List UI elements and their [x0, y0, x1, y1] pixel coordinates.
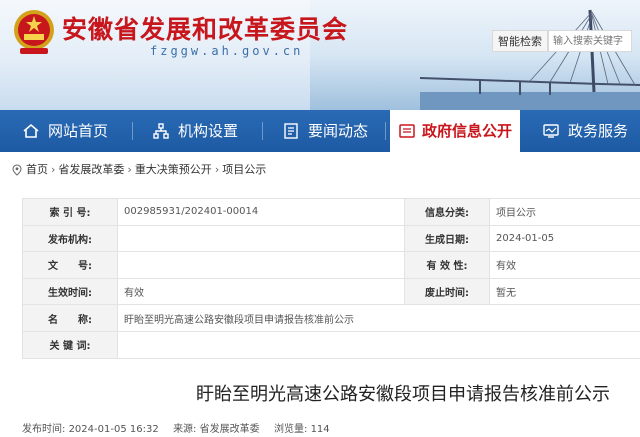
nav-label: 政府信息公开: [422, 122, 513, 140]
search-box: 智能检索: [492, 30, 632, 52]
breadcrumb-separator: ›: [51, 163, 56, 176]
bridge-image: [420, 9, 640, 110]
validity-value: 有效: [489, 251, 640, 279]
nav-item-gov-info[interactable]: 政府信息公开: [390, 110, 520, 152]
index-label: 索 引 号:: [22, 198, 118, 226]
nav-label: 政务服务: [568, 122, 629, 140]
table-row: 关 键 词:: [22, 330, 640, 359]
document-info-table: 索 引 号: 002985931/202401-00014 信息分类: 项目公示…: [22, 198, 640, 359]
publisher-value: [117, 224, 405, 253]
service-monitor-icon: [543, 124, 559, 138]
index-value: 002985931/202401-00014: [117, 198, 405, 226]
effective-time-label: 生效时间:: [22, 277, 118, 306]
nav-item-services[interactable]: 政务服务: [542, 110, 638, 152]
search-input[interactable]: [548, 30, 632, 52]
table-row: 索 引 号: 002985931/202401-00014 信息分类: 项目公示: [22, 198, 640, 226]
table-row: 名 称: 盱眙至明光高速公路安徽段项目申请报告核准前公示: [22, 304, 640, 332]
created-date-value: 2024-01-05: [489, 224, 640, 253]
views-value: 114: [310, 424, 330, 435]
name-value: 盱眙至明光高速公路安徽段项目申请报告核准前公示: [117, 304, 640, 332]
source-label: 来源:: [173, 424, 197, 435]
article-title: 盱眙至明光高速公路安徽段项目申请报告核准前公示: [196, 384, 610, 405]
effective-time-value: 有效: [117, 277, 405, 306]
nav-item-home[interactable]: 网站首页: [22, 110, 118, 152]
info-folder-icon: [399, 124, 415, 138]
keywords-value: [117, 330, 640, 359]
doc-number-label: 文 号:: [22, 251, 118, 279]
repeal-time-value: 暂无: [489, 277, 640, 306]
main-nav: 网站首页 机构设置 要闻动态 政府信息公开 政务服务: [0, 110, 640, 152]
nav-item-organization[interactable]: 机构设置: [152, 110, 248, 152]
nav-item-news[interactable]: 要闻动态: [282, 110, 378, 152]
location-pin-icon: [12, 164, 22, 176]
org-chart-icon: [153, 123, 169, 139]
site-domain: fzggw.ah.gov.cn: [150, 44, 304, 58]
table-row: 发布机构: 生成日期: 2024-01-05: [22, 224, 640, 253]
breadcrumb-home[interactable]: 首页: [26, 162, 48, 178]
keywords-label: 关 键 词:: [22, 330, 118, 359]
home-icon: [23, 123, 39, 138]
repeal-time-label: 废止时间:: [404, 277, 490, 306]
category-value: 项目公示: [489, 198, 640, 226]
breadcrumb-major-decisions[interactable]: 重大决策预公开: [135, 162, 212, 178]
header-banner: 安徽省发展和改革委员会 fzggw.ah.gov.cn 智能检索: [0, 0, 640, 110]
doc-number-value: [117, 251, 405, 279]
published-value: 2024-01-05 16:32: [68, 424, 159, 435]
name-label: 名 称:: [22, 304, 118, 332]
table-row: 文 号: 有 效 性: 有效: [22, 251, 640, 279]
publisher-label: 发布机构:: [22, 224, 118, 253]
breadcrumb-separator: ›: [214, 163, 220, 176]
table-row: 生效时间: 有效 废止时间: 暂无: [22, 277, 640, 306]
smart-search-button[interactable]: 智能检索: [492, 30, 548, 52]
created-date-label: 生成日期:: [404, 224, 490, 253]
nav-divider: [262, 122, 263, 140]
national-emblem-icon: [14, 10, 54, 54]
article-meta: 发布时间: 2024-01-05 16:32 来源: 省发展改革委 浏览量: 1…: [22, 420, 330, 435]
breadcrumb-separator: ›: [127, 163, 132, 176]
nav-label: 要闻动态: [308, 122, 369, 140]
site-title[interactable]: 安徽省发展和改革委员会: [62, 10, 348, 46]
published-label: 发布时间:: [22, 424, 66, 435]
breadcrumb-project-notice[interactable]: 项目公示: [222, 162, 266, 178]
nav-label: 机构设置: [178, 122, 239, 140]
nav-divider: [385, 122, 386, 140]
nav-label: 网站首页: [48, 122, 109, 140]
news-icon: [284, 123, 298, 139]
breadcrumb-ndrc[interactable]: 省发展改革委: [58, 162, 124, 178]
category-label: 信息分类:: [404, 198, 490, 226]
views-label: 浏览量:: [274, 424, 308, 435]
nav-divider: [132, 122, 133, 140]
source-value: 省发展改革委: [199, 424, 260, 435]
validity-label: 有 效 性:: [404, 251, 490, 279]
